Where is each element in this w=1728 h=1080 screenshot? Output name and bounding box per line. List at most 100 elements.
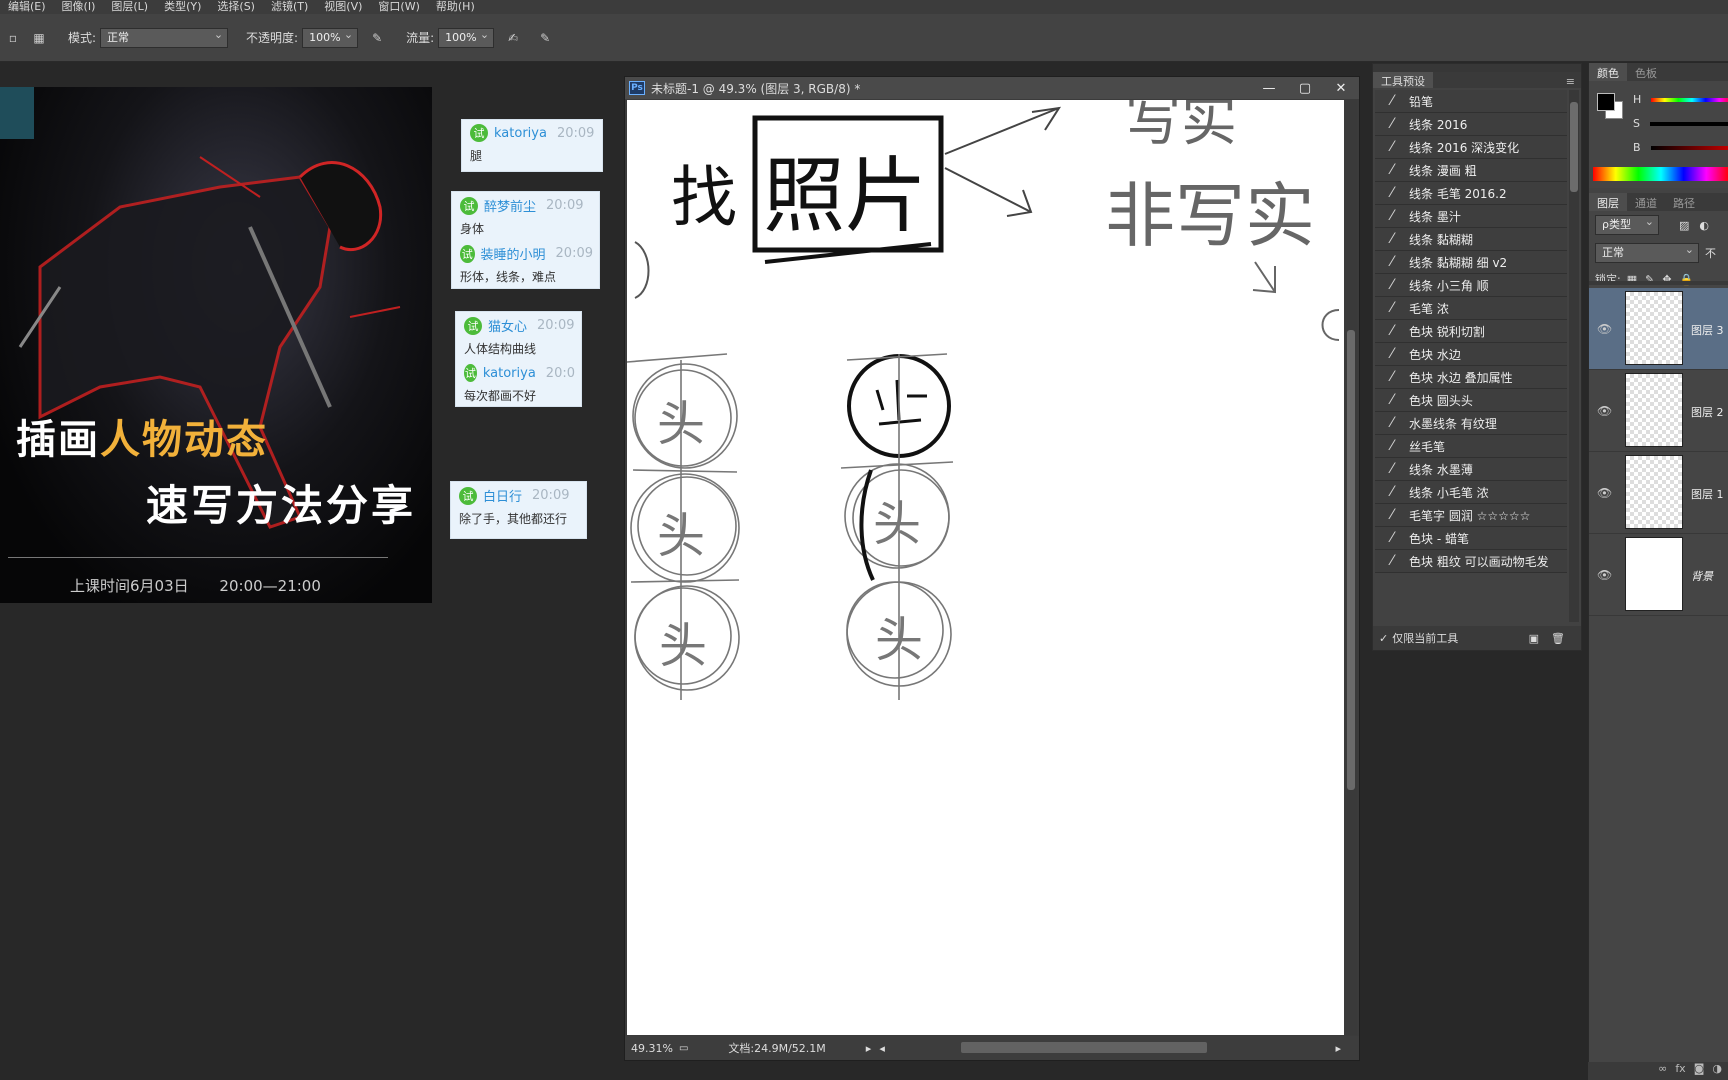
preset-item[interactable]: ⁄ 线条 墨汁 xyxy=(1375,205,1567,228)
layer-row[interactable]: 👁 图层 1 xyxy=(1589,452,1728,534)
tool-presets-panel: 工具预设 ≡ ⁄ 铅笔 ⁄ 线条 2016 ⁄ 线条 2016 深浅变化 ⁄ 线条 漫画 粗 ⁄… xyxy=(1372,63,1582,651)
link-layers-icon[interactable]: ∞ xyxy=(1658,1062,1667,1080)
tab-swatches[interactable]: 色板 xyxy=(1627,63,1665,81)
panel-collapse-strip[interactable] xyxy=(1373,64,1581,72)
zoom-level[interactable]: 49.31% xyxy=(631,1042,673,1055)
filter-pixel-icon[interactable]: ▨ xyxy=(1679,219,1689,232)
preset-item[interactable]: ⁄ 毛笔 浓 xyxy=(1375,297,1567,320)
preset-item[interactable]: ⁄ 线条 黏糊糊 xyxy=(1375,228,1567,251)
tab-color[interactable]: 颜色 xyxy=(1589,63,1627,81)
drawing-canvas[interactable]: 找 照片 写实 非写实 头 头 头 头 头 xyxy=(627,100,1344,1035)
layer-row[interactable]: 👁 背景 xyxy=(1589,534,1728,616)
preset-item[interactable]: ⁄ 线条 小毛笔 浓 xyxy=(1375,481,1567,504)
minimize-icon[interactable]: — xyxy=(1251,81,1287,96)
scroll-left-icon[interactable]: ◂ xyxy=(879,1042,885,1055)
adjustment-layer-icon[interactable]: ◑ xyxy=(1712,1062,1722,1080)
brightness-slider[interactable]: B xyxy=(1633,141,1728,154)
chat-username[interactable]: 装睡的小明 xyxy=(481,244,546,263)
tool-preset-picker-icon[interactable]: ▫ xyxy=(2,27,24,49)
tab-tool-presets[interactable]: 工具预设 xyxy=(1373,72,1433,88)
chat-username[interactable]: 醉梦前尘 xyxy=(484,196,536,215)
layer-style-icon[interactable]: fx xyxy=(1675,1062,1685,1080)
chat-username[interactable]: katoriya xyxy=(494,126,547,141)
layer-name[interactable]: 背景 xyxy=(1691,568,1713,584)
canvas-vertical-scrollbar[interactable] xyxy=(1345,100,1357,1035)
status-menu-icon[interactable]: ▭ xyxy=(679,1043,688,1054)
preset-item[interactable]: ⁄ 色块 锐利切割 xyxy=(1375,320,1567,343)
preset-item[interactable]: ⁄ 线条 漫画 粗 xyxy=(1375,159,1567,182)
menu-image[interactable]: 图像(I) xyxy=(54,0,104,14)
hue-slider[interactable]: H xyxy=(1633,93,1728,106)
preset-item[interactable]: ⁄ 线条 毛笔 2016.2 xyxy=(1375,182,1567,205)
layer-mask-icon[interactable]: ◙ xyxy=(1694,1062,1705,1080)
menu-view[interactable]: 视图(V) xyxy=(316,0,370,14)
chat-username[interactable]: katoriya xyxy=(483,366,536,381)
visibility-eye-icon[interactable]: 👁 xyxy=(1597,322,1612,336)
layer-name[interactable]: 图层 1 xyxy=(1691,486,1724,502)
maximize-icon[interactable]: ▢ xyxy=(1287,81,1323,96)
preset-item[interactable]: ⁄ 色块 水边 xyxy=(1375,343,1567,366)
saturation-slider[interactable]: S xyxy=(1633,117,1728,130)
preset-item[interactable]: ⁄ 色块 - 蜡笔 xyxy=(1375,527,1567,550)
layer-row[interactable]: 👁 图层 2 xyxy=(1589,370,1728,452)
menu-select[interactable]: 选择(S) xyxy=(209,0,263,14)
menu-help[interactable]: 帮助(H) xyxy=(428,0,483,14)
preset-item[interactable]: ⁄ 丝毛笔 xyxy=(1375,435,1567,458)
layer-name[interactable]: 图层 2 xyxy=(1691,404,1724,420)
preset-item[interactable]: ⁄ 线条 2016 深浅变化 xyxy=(1375,136,1567,159)
menu-window[interactable]: 窗口(W) xyxy=(370,0,427,14)
color-spectrum-ramp[interactable] xyxy=(1593,167,1728,181)
mode-select[interactable]: 正常 xyxy=(100,26,229,48)
current-tool-only-checkbox[interactable]: ✓ xyxy=(1379,632,1388,645)
visibility-eye-icon[interactable]: 👁 xyxy=(1597,404,1612,418)
pressure-opacity-icon[interactable]: ✎ xyxy=(366,27,388,49)
preset-item[interactable]: ⁄ 色块 圆头头 xyxy=(1375,389,1567,412)
visibility-eye-icon[interactable]: 👁 xyxy=(1597,486,1612,500)
pressure-size-icon[interactable]: ✎ xyxy=(534,27,556,49)
preset-item[interactable]: ⁄ 色块 水边 叠加属性 xyxy=(1375,366,1567,389)
canvas-horizontal-scrollbar[interactable] xyxy=(961,1042,1207,1053)
delete-preset-icon[interactable]: 🗑 xyxy=(1551,632,1565,645)
tab-layers[interactable]: 图层 xyxy=(1589,193,1627,211)
layer-row[interactable]: 👁 图层 3 xyxy=(1589,288,1728,370)
close-icon[interactable]: ✕ xyxy=(1323,81,1359,96)
new-preset-icon[interactable]: ▣ xyxy=(1529,632,1539,645)
preset-item[interactable]: ⁄ 水墨线条 有纹理 xyxy=(1375,412,1567,435)
menu-filter[interactable]: 滤镜(T) xyxy=(263,0,316,14)
airbrush-icon[interactable]: ✍ xyxy=(502,27,524,49)
status-arrow-icon[interactable]: ▸ xyxy=(866,1042,872,1055)
sketch-head-text: 头 xyxy=(657,396,705,452)
filter-adjust-icon[interactable]: ◐ xyxy=(1699,219,1709,232)
preset-list-scrollbar[interactable] xyxy=(1569,90,1579,622)
flow-input[interactable]: 100% xyxy=(438,26,495,48)
layer-name[interactable]: 图层 3 xyxy=(1691,322,1724,338)
menu-type[interactable]: 类型(Y) xyxy=(156,0,209,14)
preset-item[interactable]: ⁄ 线条 水墨薄 xyxy=(1375,458,1567,481)
menu-edit[interactable]: 编辑(E) xyxy=(0,0,54,14)
preset-item[interactable]: ⁄ 线条 2016 xyxy=(1375,113,1567,136)
scroll-thumb[interactable] xyxy=(1347,330,1355,790)
foreground-color-swatch[interactable] xyxy=(1597,93,1615,111)
preset-item[interactable]: ⁄ 毛笔字 圆润 ☆☆☆☆☆ xyxy=(1375,504,1567,527)
layer-blend-mode-select[interactable]: 正常 xyxy=(1595,241,1699,263)
chat-username[interactable]: 猫女心 xyxy=(488,316,527,335)
layer-kind-filter[interactable]: ρ类型 xyxy=(1595,213,1659,235)
preset-label: 线条 2016 深浅变化 xyxy=(1409,140,1520,155)
scroll-right-icon[interactable]: ▸ xyxy=(1335,1042,1341,1055)
chat-bubble: 试醉梦前尘 20:09 身体 试装睡的小明 20:09 形体，线条，难点 xyxy=(451,191,600,289)
tab-paths[interactable]: 路径 xyxy=(1665,193,1703,211)
preset-item[interactable]: ⁄ 铅笔 xyxy=(1375,90,1567,113)
panel-menu-icon[interactable]: ≡ xyxy=(1566,75,1575,88)
preset-item[interactable]: ⁄ 线条 小三角 顺 xyxy=(1375,274,1567,297)
preset-label: 水墨线条 有纹理 xyxy=(1409,416,1497,431)
chat-username[interactable]: 白日行 xyxy=(483,486,522,505)
opacity-input[interactable]: 100% xyxy=(302,26,359,48)
tab-channels[interactable]: 通道 xyxy=(1627,193,1665,211)
scroll-thumb[interactable] xyxy=(1570,102,1578,192)
preset-item[interactable]: ⁄ 色块 粗纹 可以画动物毛发 xyxy=(1375,550,1567,573)
visibility-eye-icon[interactable]: 👁 xyxy=(1597,568,1612,582)
menu-layer[interactable]: 图层(L) xyxy=(103,0,156,14)
brush-panel-toggle-icon[interactable]: ▦ xyxy=(28,27,50,49)
preset-item[interactable]: ⁄ 线条 黏糊糊 细 v2 xyxy=(1375,251,1567,274)
document-title-bar[interactable]: Ps 未标题-1 @ 49.3% (图层 3, RGB/8) * — ▢ ✕ xyxy=(625,77,1359,99)
